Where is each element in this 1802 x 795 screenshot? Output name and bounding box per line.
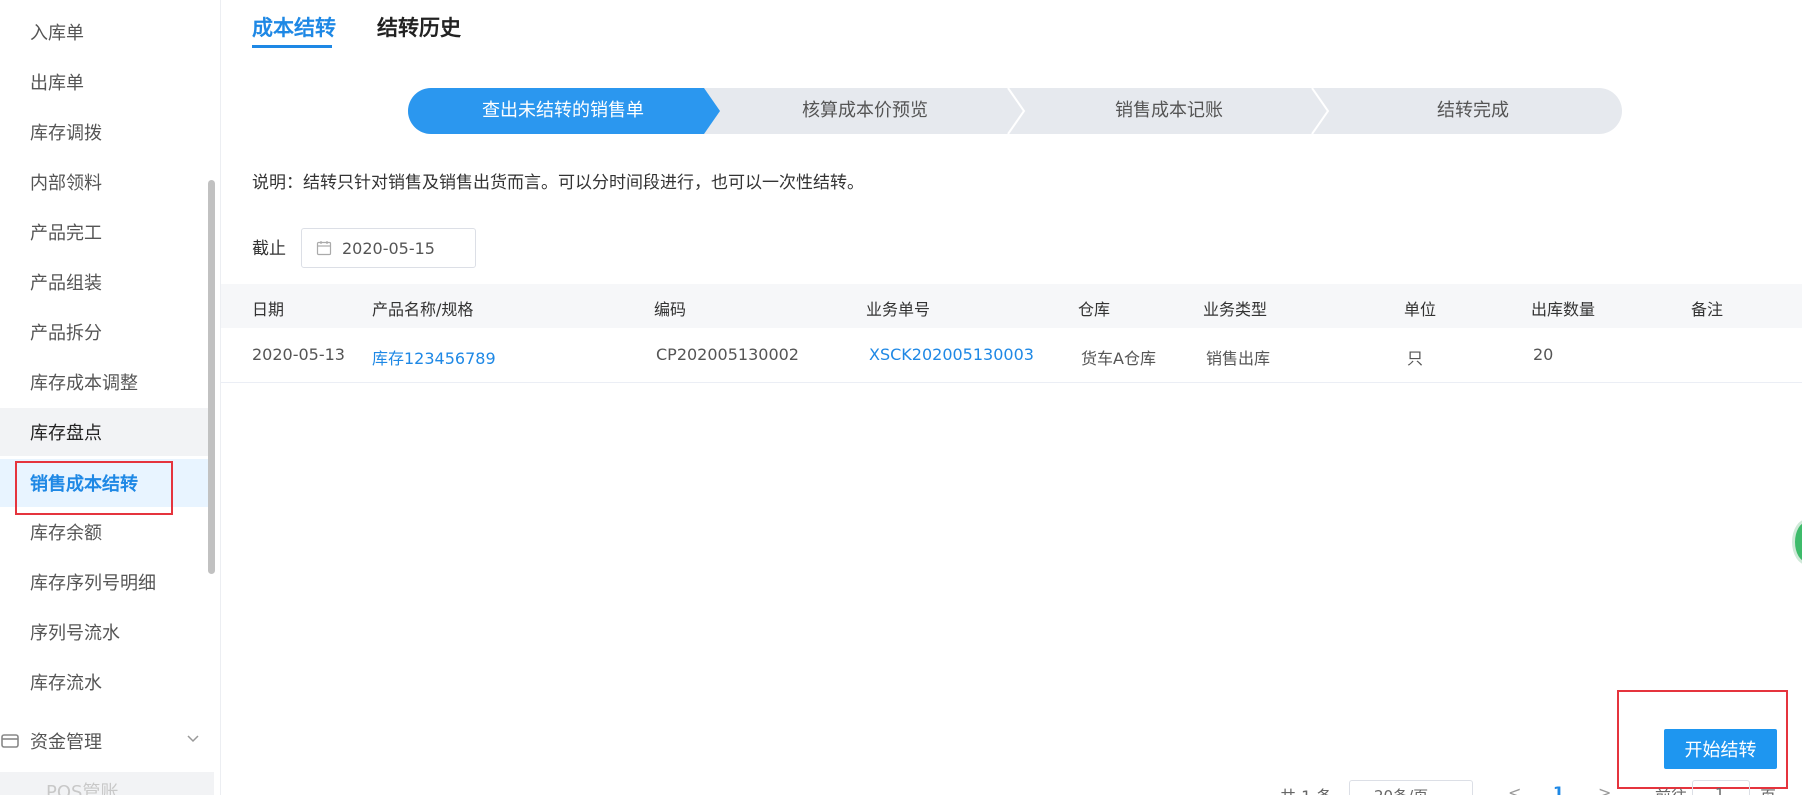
start-carryover-button[interactable]: 开始结转 bbox=[1664, 729, 1777, 769]
col-out-qty: 出库数量 bbox=[1531, 300, 1596, 319]
sidebar-item-label: 库存余额 bbox=[30, 523, 102, 544]
step-query-unsettled: 查出未结转的销售单 bbox=[482, 100, 644, 121]
sidebar-item-stock-balance[interactable]: 库存余额 bbox=[0, 508, 214, 556]
sidebar-item-label: 产品组装 bbox=[30, 273, 102, 294]
funds-icon bbox=[1, 734, 19, 748]
pager-prev[interactable]: < bbox=[1508, 783, 1521, 795]
sidebar-item-transfer[interactable]: 库存调拨 bbox=[0, 108, 214, 156]
sidebar-item-internal-picking[interactable]: 内部领料 bbox=[0, 158, 214, 206]
pager-goto-input[interactable]: 1 bbox=[1692, 780, 1750, 795]
sidebar-item-serial-detail[interactable]: 库存序列号明细 bbox=[0, 558, 214, 606]
sidebar-item-stocktake[interactable]: 库存盘点 bbox=[0, 408, 214, 456]
sidebar-item-label: 销售成本结转 bbox=[30, 474, 138, 495]
col-date: 日期 bbox=[252, 300, 285, 319]
pager-size-select[interactable]: 20条/页 bbox=[1349, 780, 1473, 795]
sidebar-item-serial-flow[interactable]: 序列号流水 bbox=[0, 608, 214, 656]
sidebar-item-product-assembly[interactable]: 产品组装 bbox=[0, 258, 214, 306]
tab-active-underline bbox=[252, 45, 332, 48]
sidebar-item-inbound[interactable]: 入库单 bbox=[0, 8, 214, 56]
table-row: 2020-05-13 库存123456789 CP202005130002 XS… bbox=[221, 329, 1802, 383]
cell-unit: 只 bbox=[1407, 349, 1424, 368]
sidebar-item-stock-flow[interactable]: 库存流水 bbox=[0, 658, 214, 706]
cell-warehouse: 货车A仓库 bbox=[1081, 349, 1156, 368]
sidebar-item-label: 库存序列号明细 bbox=[30, 573, 156, 594]
sidebar-item-cost-adjustment[interactable]: 库存成本调整 bbox=[0, 358, 214, 406]
calendar-icon bbox=[316, 241, 332, 256]
chevron-down-icon bbox=[187, 735, 199, 743]
sidebar-item-label: 产品完工 bbox=[30, 223, 102, 244]
cell-date: 2020-05-13 bbox=[252, 345, 345, 364]
cell-product-link[interactable]: 库存123456789 bbox=[372, 345, 496, 369]
sidebar-item-label: 库存盘点 bbox=[30, 423, 102, 444]
sidebar-item-label: 出库单 bbox=[30, 73, 84, 94]
sidebar-item-label: 内部领料 bbox=[30, 173, 102, 194]
pager-size-value: 20条/页 bbox=[1374, 787, 1428, 795]
sidebar-group-funds[interactable]: 资金管理 bbox=[0, 719, 214, 763]
pager-goto-label: 前往 bbox=[1655, 783, 1687, 795]
col-code: 编码 bbox=[654, 300, 687, 319]
table-header: 日期 产品名称/规格 编码 业务单号 仓库 业务类型 单位 出库数量 备注 bbox=[221, 284, 1802, 328]
pager-page-unit: 页 bbox=[1760, 783, 1776, 795]
sidebar-item-label: 入库单 bbox=[30, 23, 84, 44]
sidebar-item-label: 产品拆分 bbox=[30, 323, 102, 344]
progress-steps: 查出未结转的销售单 核算成本价预览 销售成本记账 结转完成 bbox=[408, 88, 1622, 134]
col-biz-type: 业务类型 bbox=[1203, 300, 1268, 319]
sidebar-group-partial[interactable]: POS管账 bbox=[0, 772, 214, 795]
sidebar-group-label: 资金管理 bbox=[30, 732, 102, 753]
sidebar-item-product-disassembly[interactable]: 产品拆分 bbox=[0, 308, 214, 356]
tab-carryover-history[interactable]: 结转历史 bbox=[377, 12, 461, 42]
pager-next[interactable]: > bbox=[1598, 783, 1611, 795]
sidebar-item-product-completion[interactable]: 产品完工 bbox=[0, 208, 214, 256]
sidebar-item-sales-cost-carryover[interactable]: 销售成本结转 bbox=[0, 459, 214, 507]
pager-total: 共 1 条 bbox=[1280, 783, 1332, 795]
cell-out-qty: 20 bbox=[1533, 345, 1554, 364]
cutoff-date-value: 2020-05-15 bbox=[342, 238, 435, 258]
step-cost-posting: 销售成本记账 bbox=[1115, 100, 1223, 121]
cell-doc-no-link[interactable]: XSCK202005130003 bbox=[869, 345, 1034, 364]
pager-page-1[interactable]: 1 bbox=[1553, 783, 1564, 795]
sidebar-item-label: 库存调拨 bbox=[30, 123, 102, 144]
description-text: 说明：结转只针对销售及销售出货而言。可以分时间段进行，也可以一次性结转。 bbox=[252, 173, 864, 193]
sidebar-item-label: 库存流水 bbox=[30, 673, 102, 694]
floating-help-button[interactable] bbox=[1792, 519, 1802, 565]
cutoff-label: 截止 bbox=[252, 239, 286, 259]
pager-goto-value: 1 bbox=[1715, 785, 1725, 795]
sidebar-scrollbar[interactable] bbox=[208, 180, 215, 574]
col-remark: 备注 bbox=[1691, 300, 1724, 319]
tab-cost-carryover[interactable]: 成本结转 bbox=[252, 12, 336, 42]
step-complete: 结转完成 bbox=[1437, 100, 1509, 121]
col-warehouse: 仓库 bbox=[1078, 300, 1111, 319]
cell-biz-type: 销售出库 bbox=[1206, 349, 1271, 368]
col-doc-no: 业务单号 bbox=[866, 300, 931, 319]
step-cost-preview: 核算成本价预览 bbox=[802, 100, 928, 121]
sidebar-item-label: 序列号流水 bbox=[30, 623, 120, 644]
sidebar-item-label: 库存成本调整 bbox=[30, 373, 138, 394]
cell-code: CP202005130002 bbox=[656, 345, 799, 364]
col-unit: 单位 bbox=[1404, 300, 1437, 319]
cutoff-date-input[interactable]: 2020-05-15 bbox=[301, 228, 476, 268]
sidebar: 入库单 出库单 库存调拨 内部领料 产品完工 产品组装 产品拆分 库存成本调整 … bbox=[0, 0, 221, 795]
sidebar-item-outbound[interactable]: 出库单 bbox=[0, 58, 214, 106]
col-product: 产品名称/规格 bbox=[372, 300, 474, 319]
